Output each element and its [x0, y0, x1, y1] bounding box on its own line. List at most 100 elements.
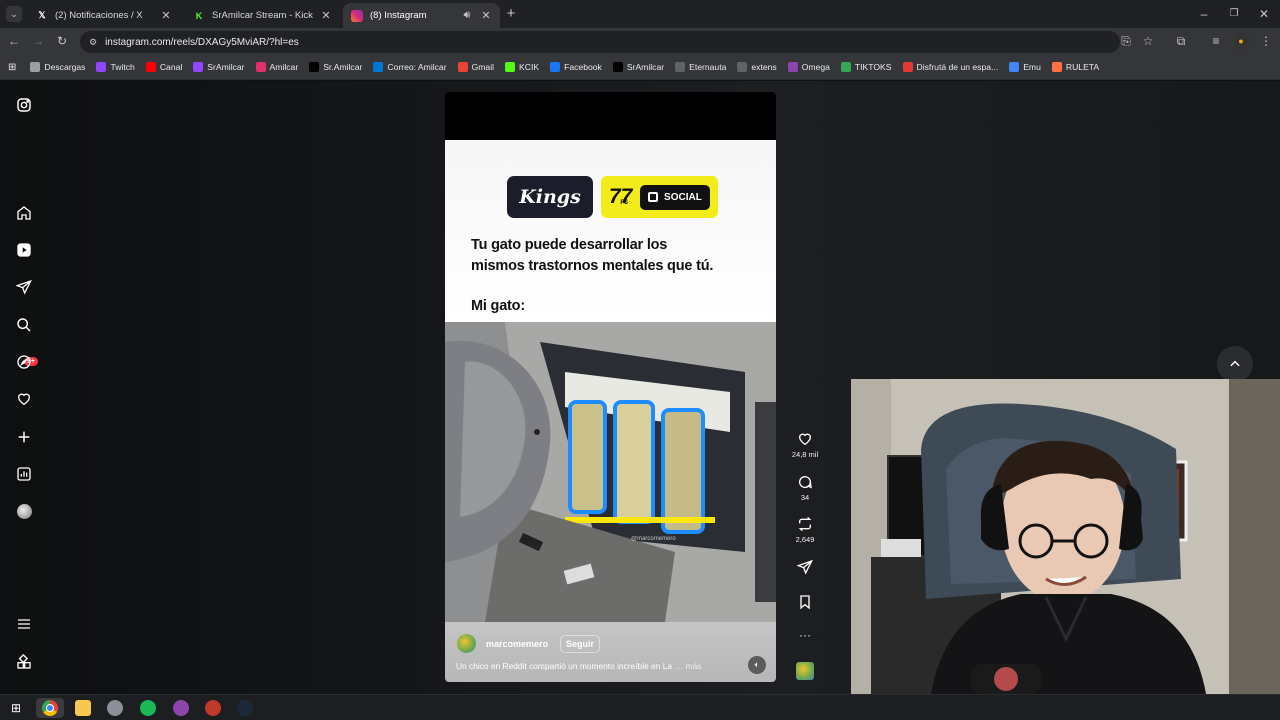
steam-icon[interactable]	[237, 700, 253, 716]
install-icon[interactable]: ⎘	[1118, 33, 1134, 49]
watermark: @marcomemero	[631, 536, 676, 542]
caption-text: Un chico en Reddit compartió un momento …	[456, 661, 673, 671]
reel-footer: marcomemero Seguir Un chico en Reddit co…	[445, 622, 776, 682]
spotify-icon[interactable]	[140, 700, 156, 716]
like-button[interactable]: 24,8 mil	[790, 431, 820, 459]
bookmark-item[interactable]: Omega	[787, 62, 830, 72]
bookmark-item[interactable]: Correo: Amilcar	[373, 62, 447, 72]
more-options-button[interactable]: ···	[790, 628, 820, 642]
instagram-logo-icon[interactable]	[14, 95, 34, 115]
bookmark-favicon-icon	[1051, 62, 1062, 72]
address-bar[interactable]: ⚙ instagram.com/reels/DXAGy5MviAR/?hl=es	[80, 31, 1120, 53]
bookmark-item[interactable]: Canal	[145, 62, 182, 72]
obs-icon[interactable]	[173, 700, 189, 716]
meme-line-2: mismos trastornos mentales que tú.	[471, 258, 714, 274]
messages-icon[interactable]	[14, 277, 34, 297]
close-icon[interactable]: ✕	[480, 9, 492, 22]
reel-video[interactable]: @marcomemero	[445, 322, 776, 622]
app-red-icon[interactable]	[205, 700, 221, 716]
speaker-icon[interactable]: 🔊︎	[460, 9, 474, 22]
profile-avatar[interactable]	[14, 501, 34, 521]
apps-grid-icon[interactable]: ⊞	[8, 62, 16, 73]
x-logo-icon: 𝕏	[38, 10, 46, 20]
author-name[interactable]: marcomemero	[486, 639, 548, 649]
scroll-up-button[interactable]	[1217, 346, 1253, 382]
bookmark-item[interactable]: extens	[737, 62, 777, 72]
bookmark-favicon-icon	[373, 62, 384, 72]
close-icon[interactable]: ✕	[160, 9, 172, 22]
reel-player[interactable]: Kings 77 FS SOCIAL Tu gato puede desarro…	[445, 92, 776, 682]
bookmark-item[interactable]: TIKTOKS	[840, 62, 892, 72]
caption-more-link[interactable]: ... más	[676, 661, 701, 671]
social-pill: SOCIAL	[640, 184, 710, 210]
author-avatar[interactable]	[457, 634, 476, 653]
heart-icon	[798, 433, 812, 446]
tab-instagram[interactable]: (8) Instagram 🔊︎ ✕	[343, 3, 500, 28]
bookmark-favicon-icon	[840, 62, 851, 72]
forward-icon[interactable]: →	[30, 33, 46, 49]
profile-avatar[interactable]: ●	[1233, 33, 1249, 49]
bookmark-item[interactable]: Gmail	[457, 62, 494, 72]
tab-title: (8) Instagram	[370, 10, 427, 21]
comment-button[interactable]: 34	[790, 474, 820, 502]
ellipsis-icon: ···	[799, 628, 811, 642]
save-button[interactable]	[790, 594, 820, 613]
bookmark-label: SrAmilcar	[207, 62, 245, 72]
share-button[interactable]	[790, 559, 820, 578]
bookmark-item[interactable]: Descargas	[30, 62, 85, 72]
bookmark-item[interactable]: SrAmilcar	[612, 62, 664, 72]
app-icon[interactable]	[107, 700, 123, 716]
bookmark-label: Facebook	[564, 62, 602, 72]
bookmark-favicon-icon	[457, 62, 468, 72]
new-tab-button[interactable]: +	[503, 6, 519, 22]
instagram-logo-icon	[351, 9, 363, 22]
media-icon[interactable]: ≡	[1208, 33, 1224, 49]
tab-search-button[interactable]: ⌄	[6, 6, 22, 22]
dashboard-icon[interactable]	[14, 464, 34, 484]
explore-icon[interactable]	[14, 352, 34, 372]
menu-icon[interactable]	[14, 614, 34, 634]
toolbar: ← → ↻ ⚙ instagram.com/reels/DXAGy5MviAR/…	[0, 28, 1280, 55]
tab-kick[interactable]: K SrAmilcar Stream - Kick Dashbo ✕	[185, 3, 340, 28]
follow-button[interactable]: Seguir	[560, 634, 601, 653]
bookmark-favicon-icon	[787, 62, 798, 72]
bookmark-item[interactable]: Facebook	[550, 62, 602, 72]
bookmark-item[interactable]: RULETA	[1051, 62, 1099, 72]
back-icon[interactable]: ←	[6, 33, 22, 49]
chrome-taskbar-button[interactable]	[36, 698, 64, 718]
create-icon[interactable]	[14, 427, 34, 447]
bookmark-item[interactable]: SrAmilcar	[193, 62, 245, 72]
tab-x[interactable]: 𝕏 (2) Notificaciones / X ✕	[28, 3, 180, 28]
close-icon[interactable]: ✕	[320, 9, 332, 22]
audio-avatar[interactable]	[790, 662, 820, 680]
bookmark-item[interactable]: Twitch	[96, 62, 135, 72]
bookmark-item[interactable]: KCIK	[505, 62, 539, 72]
file-explorer-icon[interactable]	[75, 700, 91, 716]
extensions-icon[interactable]: ⧉	[1173, 33, 1189, 49]
restore-button[interactable]: ❐	[1226, 6, 1242, 22]
bookmark-favicon-icon	[145, 62, 156, 72]
minimize-button[interactable]: –	[1196, 6, 1212, 22]
bookmark-item[interactable]: Emu	[1009, 62, 1041, 72]
bookmark-star-icon[interactable]: ☆	[1140, 33, 1156, 49]
kick-logo-icon: K	[195, 10, 203, 21]
repost-icon	[798, 516, 812, 532]
site-info-icon[interactable]: ⚙	[89, 37, 97, 48]
windows-start-icon[interactable]: ⊞	[8, 700, 24, 716]
reload-icon[interactable]: ↻	[54, 33, 70, 49]
bookmark-item[interactable]: Amilcar	[255, 62, 298, 72]
reels-icon[interactable]	[14, 240, 34, 260]
repost-button[interactable]: 2,649	[790, 516, 820, 544]
home-icon[interactable]	[14, 203, 34, 223]
heart-icon[interactable]	[14, 389, 34, 409]
bookmark-item[interactable]: Sr.Amilcar	[309, 62, 362, 72]
bookmark-favicon-icon	[96, 62, 107, 72]
menu-kebab-icon[interactable]: ⋮	[1258, 33, 1274, 49]
more-icon[interactable]	[14, 652, 34, 672]
bookmark-item[interactable]: Disfrutá de un espa...	[902, 62, 998, 72]
search-icon[interactable]	[14, 315, 34, 335]
bookmark-favicon-icon	[309, 62, 320, 72]
window-close-button[interactable]: ✕	[1256, 6, 1272, 22]
mute-button[interactable]: 🔈︎	[748, 656, 766, 674]
bookmark-item[interactable]: Eternauta	[675, 62, 726, 72]
